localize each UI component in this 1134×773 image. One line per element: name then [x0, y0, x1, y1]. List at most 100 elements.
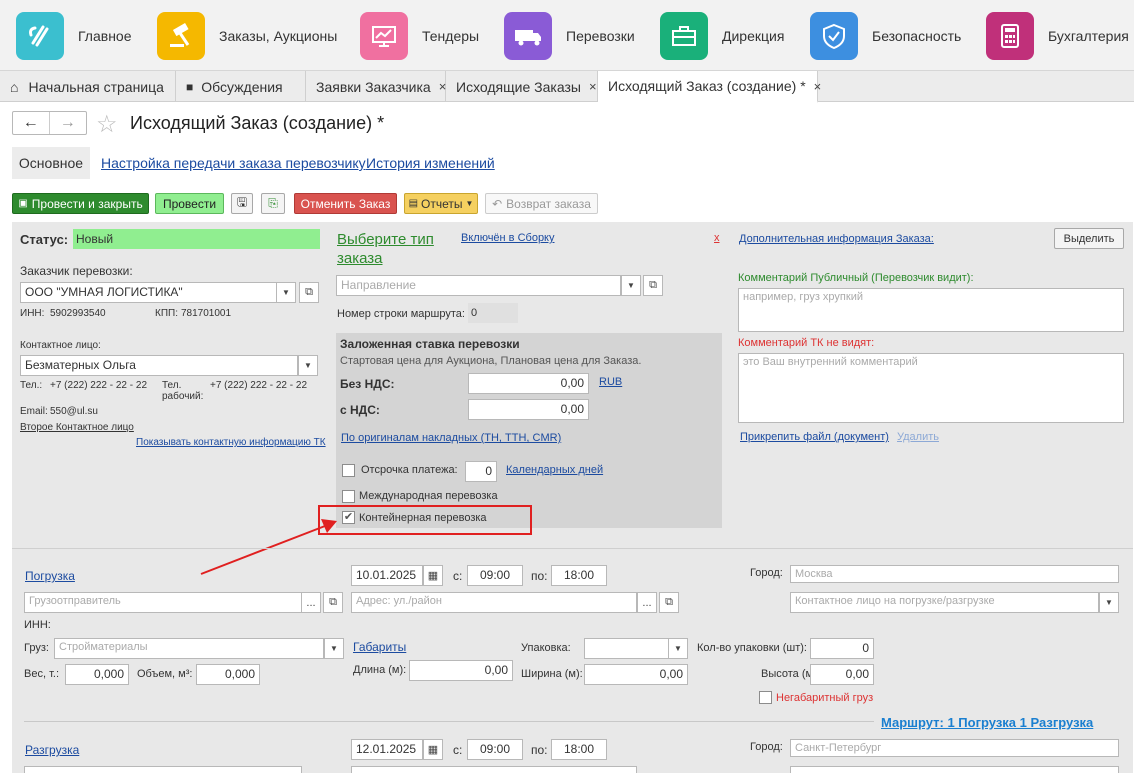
calendar-icon[interactable]: ▦ — [423, 565, 443, 586]
loading-inn-label: ИНН: — [24, 619, 51, 631]
chevron-down-icon[interactable]: ▼ — [668, 638, 688, 659]
reports-button[interactable]: ▤ Отчеты ▼ — [404, 193, 478, 214]
forward-arrow-icon[interactable]: → — [50, 112, 87, 134]
additional-info-link[interactable]: Дополнительная информация Заказа: — [739, 233, 934, 245]
back-arrow-icon[interactable]: ← — [13, 112, 50, 134]
post-and-close-button[interactable]: ▣ Провести и закрыть — [12, 193, 149, 214]
unloading-link[interactable]: Разгрузка — [25, 743, 79, 757]
more-icon[interactable]: ... — [637, 592, 657, 613]
post-button[interactable]: Провести — [155, 193, 224, 214]
direction-field[interactable]: Направление — [336, 275, 621, 296]
originals-link[interactable]: По оригиналам накладных (ТН, ТТН, CMR) — [341, 432, 561, 444]
tel-work-label: Тел. рабочий: — [162, 380, 204, 402]
calendar-icon[interactable]: ▦ — [423, 739, 443, 760]
loading-to-field[interactable]: 18:00 — [551, 565, 607, 586]
shipper-field[interactable]: Грузоотправитель — [24, 592, 302, 613]
tab-discussions[interactable]: ■ Обсуждения — [176, 71, 306, 102]
more-icon[interactable]: ... — [301, 592, 321, 613]
tab-outgoing-orders[interactable]: Исходящие Заказы × — [446, 71, 598, 102]
deferral-checkbox[interactable] — [342, 464, 355, 477]
unloading-address-field[interactable] — [351, 766, 637, 773]
open-link-icon[interactable]: ⧉ — [323, 592, 343, 613]
contact-field[interactable]: Безматерных Ольга — [20, 355, 298, 376]
chevron-down-icon[interactable]: ▼ — [276, 282, 296, 303]
deferral-field[interactable]: 0 — [465, 461, 497, 482]
vat-field[interactable]: 0,00 — [468, 399, 589, 420]
nav-security[interactable]: Безопасность — [810, 12, 961, 60]
unloading-city-field[interactable]: Санкт-Петербург — [790, 739, 1119, 757]
nav-directorate[interactable]: Дирекция — [660, 12, 784, 60]
loading-contact-field[interactable]: Контактное лицо на погрузке/разгрузке — [790, 592, 1099, 613]
chevron-down-icon[interactable]: ▼ — [324, 638, 344, 659]
cargo-field[interactable]: Стройматериалы — [54, 638, 324, 659]
customer-field[interactable]: ООО "УМНАЯ ЛОГИСТИКА" — [20, 282, 277, 303]
cancel-order-button[interactable]: Отменить Заказ — [294, 193, 397, 214]
order-type-link[interactable]: Выберите тип заказа — [337, 230, 457, 268]
included-in-assembly-link[interactable]: Включён в Сборку — [461, 232, 555, 244]
copy-document-icon[interactable]: ⎘ — [261, 193, 285, 214]
tel-value: +7 (222) 222 - 22 - 22 — [50, 380, 148, 391]
no-vat-field[interactable]: 0,00 — [468, 373, 589, 394]
divider — [24, 721, 874, 722]
route-row-label: Номер строки маршрута: — [337, 308, 465, 320]
chevron-down-icon[interactable]: ▼ — [298, 355, 318, 376]
unloading-contact-field[interactable] — [790, 766, 1119, 773]
open-link-icon[interactable]: ⧉ — [659, 592, 679, 613]
close-icon[interactable]: × — [589, 79, 597, 94]
nav-transport[interactable]: Перевозки — [504, 12, 635, 60]
public-comment-field[interactable]: например, груз хрупкий — [738, 288, 1124, 332]
open-link-icon[interactable]: ⧉ — [643, 275, 663, 296]
dimensions-link[interactable]: Габариты — [353, 640, 406, 654]
private-comment-field[interactable]: это Ваш внутренний комментарий — [738, 353, 1124, 423]
subtab-main[interactable]: Основное — [12, 147, 90, 179]
volume-field[interactable]: 0,000 — [196, 664, 260, 685]
nav-accounting[interactable]: Бухгалтерия — [986, 12, 1129, 60]
loading-date-field[interactable]: 10.01.2025 — [351, 565, 423, 586]
packing-field[interactable] — [584, 638, 669, 659]
width-field[interactable]: 0,00 — [584, 664, 688, 685]
show-contact-tk-link[interactable]: Показывать контактную информацию ТК — [136, 437, 326, 448]
star-icon[interactable]: ☆ — [96, 110, 118, 139]
open-link-icon[interactable]: ⧉ — [299, 282, 319, 303]
weight-field[interactable]: 0,000 — [65, 664, 129, 685]
loading-city-field[interactable]: Москва — [790, 565, 1119, 583]
tab-home[interactable]: ⌂ Начальная страница — [0, 71, 176, 102]
subtab-history[interactable]: История изменений — [366, 155, 495, 171]
tab-outgoing-order-create[interactable]: Исходящий Заказ (создание) * × — [598, 71, 821, 103]
unloading-to-field[interactable]: 18:00 — [551, 739, 607, 760]
public-comment-label: Комментарий Публичный (Перевозчик видит)… — [738, 272, 974, 284]
close-icon[interactable]: × — [814, 79, 822, 94]
tab-customer-requests[interactable]: Заявки Заказчика × — [306, 71, 446, 102]
loading-link[interactable]: Погрузка — [25, 569, 75, 583]
loading-from-field[interactable]: 09:00 — [467, 565, 523, 586]
unloading-from-field[interactable]: 09:00 — [467, 739, 523, 760]
unloading-date-field[interactable]: 12.01.2025 — [351, 739, 423, 760]
height-field[interactable]: 0,00 — [810, 664, 874, 685]
chevron-down-icon[interactable]: ▼ — [621, 275, 641, 296]
length-field[interactable]: 0,00 — [409, 660, 513, 681]
chevron-down-icon[interactable]: ▼ — [1099, 592, 1119, 613]
second-contact-link[interactable]: Второе Контактное лицо — [20, 422, 134, 433]
consignee-field[interactable] — [24, 766, 302, 773]
return-order-button[interactable]: ↶ Возврат заказа — [485, 193, 598, 214]
city-label: Город: — [750, 567, 783, 579]
oversize-checkbox[interactable] — [759, 691, 772, 704]
subtab-carrier-settings[interactable]: Настройка передачи заказа перевозчику — [101, 155, 366, 171]
nav-glavnoe[interactable]: Главное — [16, 12, 132, 60]
save-icon[interactable]: 🖫 — [231, 193, 253, 214]
international-checkbox[interactable] — [342, 490, 355, 503]
volume-label: Объем, м³: — [137, 668, 193, 680]
nav-orders-auctions[interactable]: Заказы, Аукционы — [157, 12, 337, 60]
highlight-button[interactable]: Выделить — [1054, 228, 1124, 249]
clear-x-link[interactable]: x — [714, 232, 720, 244]
delete-link[interactable]: Удалить — [897, 431, 939, 443]
nav-label: Бухгалтерия — [1048, 28, 1129, 44]
calendar-days-link[interactable]: Календарных дней — [506, 464, 603, 476]
no-vat-label: Без НДС: — [340, 377, 395, 391]
route-summary-link[interactable]: Маршрут: 1 Погрузка 1 Разгрузка — [881, 715, 1093, 730]
address-field[interactable]: Адрес: ул./район — [351, 592, 637, 613]
nav-tenders[interactable]: Тендеры — [360, 12, 479, 60]
pack-count-field[interactable]: 0 — [810, 638, 874, 659]
attach-file-link[interactable]: Прикрепить файл (документ) — [740, 431, 889, 443]
currency-link[interactable]: RUB — [599, 376, 622, 388]
